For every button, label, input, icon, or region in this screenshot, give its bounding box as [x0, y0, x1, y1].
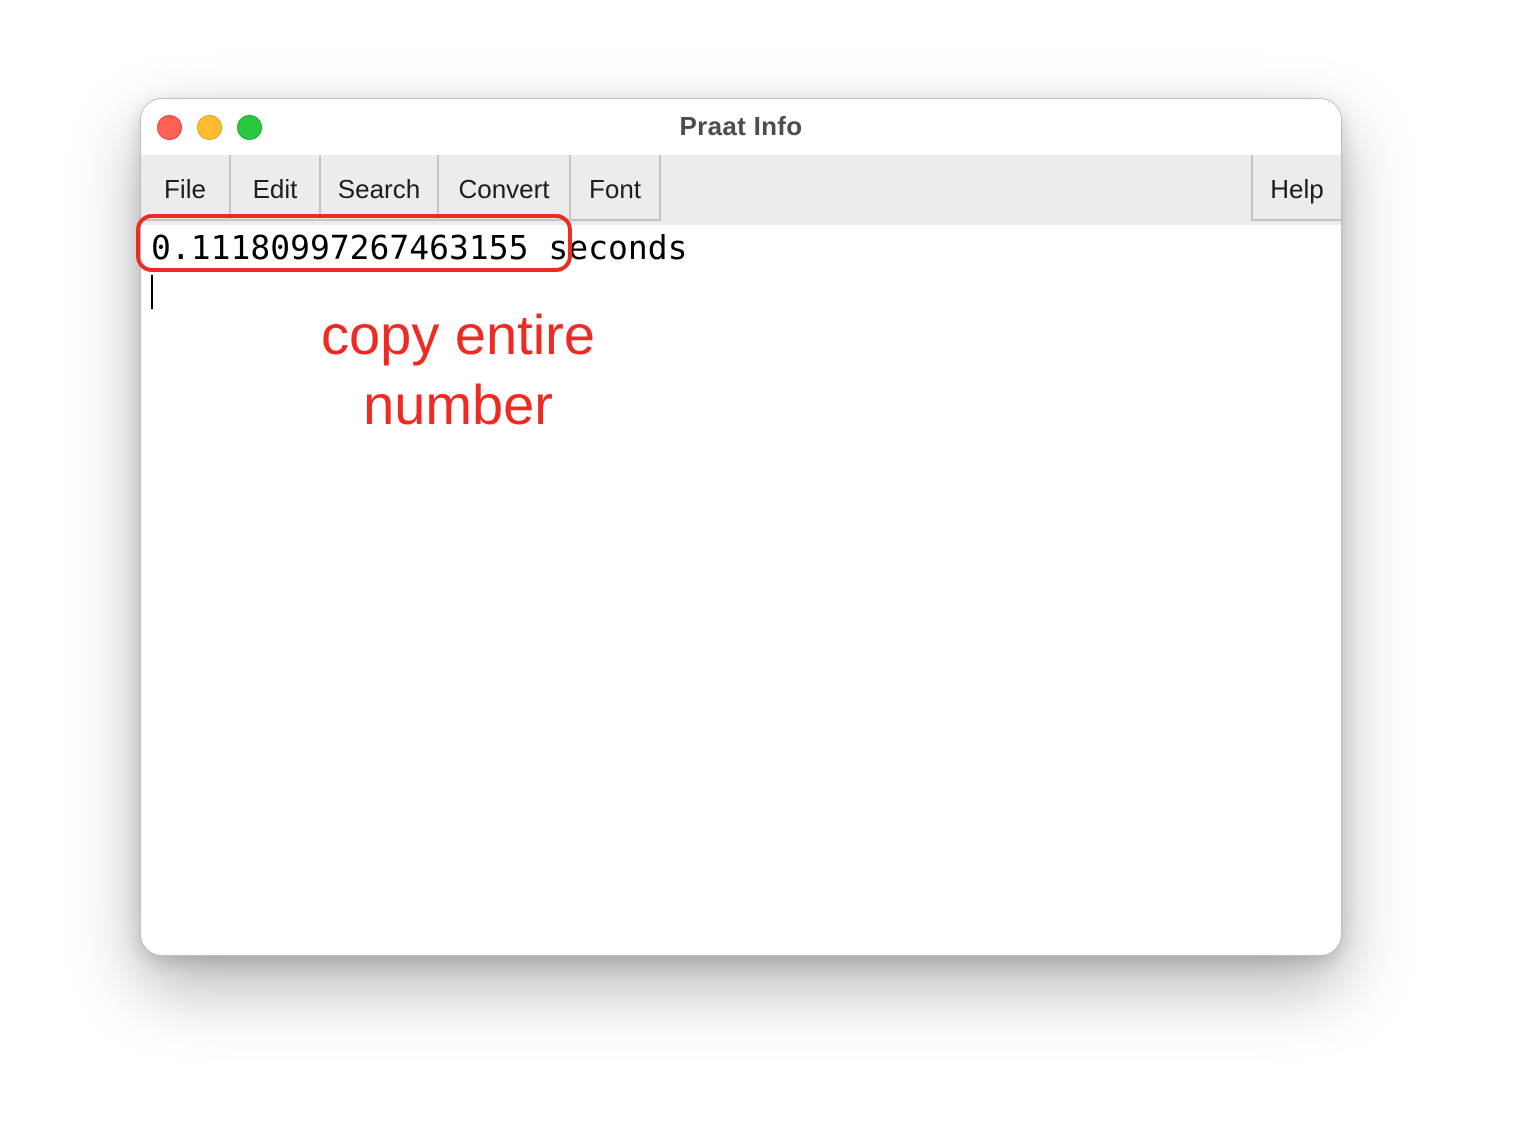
menu-search[interactable]: Search: [321, 155, 439, 221]
number-highlight-outline: [136, 214, 572, 272]
menu-edit[interactable]: Edit: [231, 155, 321, 221]
menu-font[interactable]: Font: [571, 155, 661, 221]
menu-convert[interactable]: Convert: [439, 155, 571, 221]
copy-instruction-annotation: copy entire number: [258, 300, 658, 440]
text-caret: [151, 275, 153, 309]
menu-file[interactable]: File: [141, 155, 231, 221]
annotation-line-1: copy entire: [321, 303, 595, 366]
annotation-line-2: number: [363, 373, 553, 436]
menu-help[interactable]: Help: [1251, 155, 1341, 221]
title-bar[interactable]: Praat Info: [141, 99, 1341, 156]
window-title: Praat Info: [679, 111, 803, 141]
